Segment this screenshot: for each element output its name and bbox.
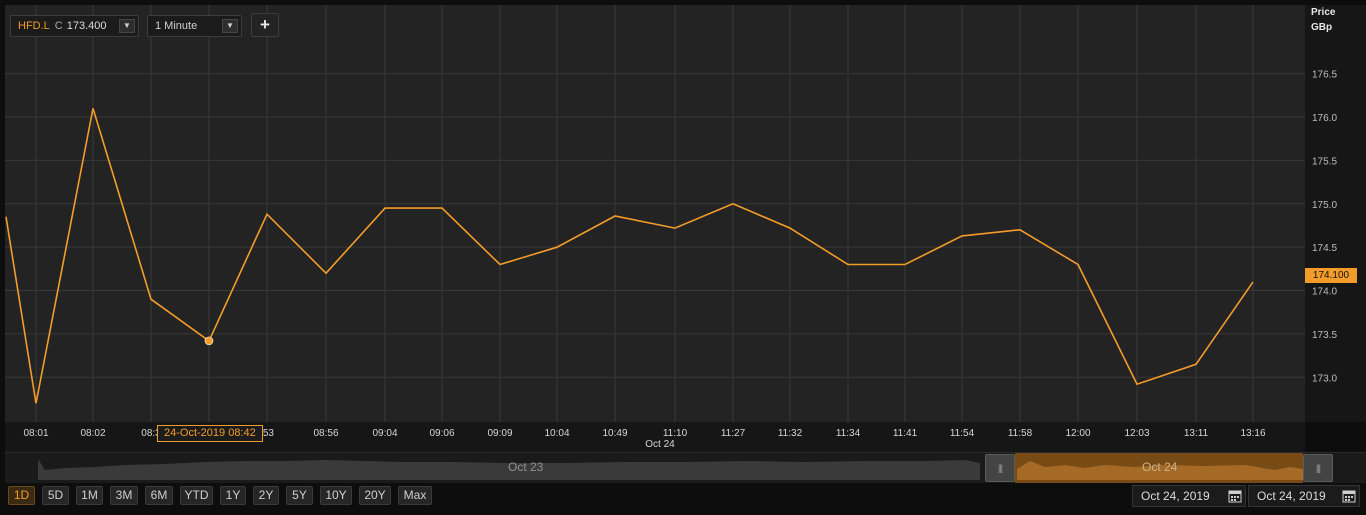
range-button-6m[interactable]: 6M xyxy=(145,486,173,505)
time-navigator[interactable]: Oct 23 Oct 24 ||| ||| xyxy=(5,452,1366,483)
y-tick-label: 174.5 xyxy=(1312,243,1337,254)
highlight-point xyxy=(204,336,214,346)
range-button-20y[interactable]: 20Y xyxy=(359,486,391,505)
navigator-left-handle[interactable]: ||| xyxy=(985,454,1015,482)
add-series-button[interactable]: + xyxy=(251,13,279,37)
y-tick-label: 173.5 xyxy=(1312,330,1337,341)
y-tick-label: 173.0 xyxy=(1312,373,1337,384)
y-tick-label: 175.0 xyxy=(1312,200,1337,211)
range-button-1m[interactable]: 1M xyxy=(76,486,103,505)
x-tick-label: 10:04 xyxy=(544,428,569,439)
chevron-down-icon[interactable]: ▼ xyxy=(222,19,238,33)
x-tick-label: 11:32 xyxy=(778,428,803,439)
x-tick-label: 11:27 xyxy=(721,428,746,439)
range-button-ytd[interactable]: YTD xyxy=(180,486,213,505)
x-tick-label: 10:49 xyxy=(602,428,627,439)
range-button-5d[interactable]: 5D xyxy=(42,486,69,505)
x-tick-label: 12:03 xyxy=(1124,428,1149,439)
axis-title-price: Price xyxy=(1311,7,1336,18)
date-to-field[interactable]: Oct 24, 2019 xyxy=(1248,485,1360,507)
close-marker: C xyxy=(54,20,63,32)
x-tick-label: 09:09 xyxy=(487,428,512,439)
date-from-value: Oct 24, 2019 xyxy=(1141,489,1210,503)
x-tick-label: 11:41 xyxy=(893,428,918,439)
range-button-10y[interactable]: 10Y xyxy=(320,486,352,505)
navigator-right-handle[interactable]: ||| xyxy=(1303,454,1333,482)
symbol-last-price: 173.400 xyxy=(66,20,107,32)
x-axis-date-caption: Oct 24 xyxy=(645,439,675,450)
x-tick-label: 11:34 xyxy=(836,428,861,439)
range-button-1y[interactable]: 1Y xyxy=(220,486,246,505)
date-to-value: Oct 24, 2019 xyxy=(1257,489,1326,503)
x-tick-label: 11:54 xyxy=(950,428,975,439)
x-tick-label: 13:11 xyxy=(1184,428,1209,439)
date-from-field[interactable]: Oct 24, 2019 xyxy=(1132,485,1246,507)
range-button-2y[interactable]: 2Y xyxy=(253,486,279,505)
x-tick-label: 12:00 xyxy=(1065,428,1090,439)
navigator-label-oct24: Oct 24 xyxy=(1142,460,1178,474)
y-tick-label: 174.0 xyxy=(1312,287,1337,298)
x-tick-label: 11:58 xyxy=(1008,428,1033,439)
last-price-badge: 174.100 xyxy=(1305,268,1357,283)
x-tick-label: 08:01 xyxy=(23,428,48,439)
bottom-toolbar: 1D 5D 1M 3M 6M YTD 1Y 2Y 5Y 10Y 20Y Max Oct 24, 201… xyxy=(0,483,1366,515)
calendar-icon[interactable] xyxy=(1342,489,1356,503)
interval-selector[interactable]: 1 Minute ▼ xyxy=(147,15,242,37)
range-button-3m[interactable]: 3M xyxy=(110,486,138,505)
range-button-max[interactable]: Max xyxy=(398,486,432,505)
x-tick-label: 09:04 xyxy=(372,428,397,439)
x-tick-label: 08:02 xyxy=(80,428,105,439)
y-tick-label: 176.5 xyxy=(1312,70,1337,81)
axis-title-unit: GBp xyxy=(1311,22,1333,33)
interval-label: 1 Minute xyxy=(155,20,198,32)
range-button-5y[interactable]: 5Y xyxy=(286,486,313,505)
price-line-chart[interactable]: 173.0 173.5 174.0 174.5 175.0 175.5 176.0 176.5… xyxy=(0,0,1366,452)
price-series-line xyxy=(5,108,1254,404)
x-tick-label: 09:06 xyxy=(429,428,454,439)
crosshair-tooltip: 24-Oct-2019 08:42 xyxy=(157,425,263,442)
calendar-icon[interactable] xyxy=(1228,489,1242,503)
symbol-selector[interactable]: HFD.L C 173.400 ▼ xyxy=(10,15,139,37)
range-button-1d[interactable]: 1D xyxy=(8,486,35,505)
x-tick-label: 08:56 xyxy=(313,428,338,439)
symbol-name: HFD.L xyxy=(18,20,50,32)
chevron-down-icon[interactable]: ▼ xyxy=(119,19,135,33)
navigator-label-oct23: Oct 23 xyxy=(508,460,544,474)
x-tick-label: 13:16 xyxy=(1240,428,1265,439)
y-tick-label: 175.5 xyxy=(1312,156,1337,167)
y-tick-label: 176.0 xyxy=(1312,113,1337,124)
x-tick-label: 11:10 xyxy=(663,428,688,439)
